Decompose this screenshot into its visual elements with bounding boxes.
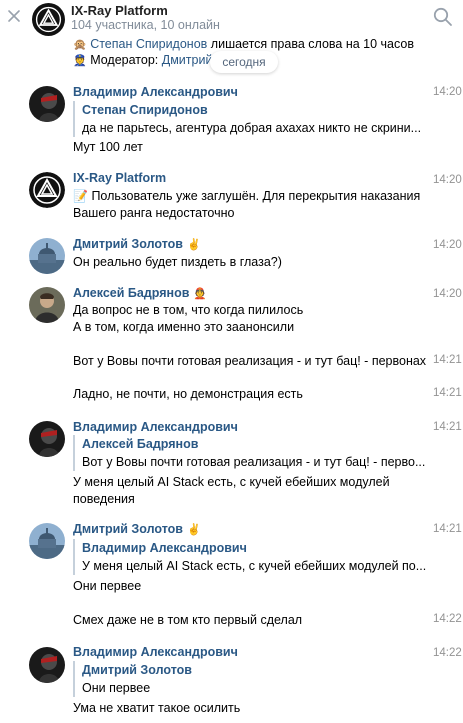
message-author[interactable]: Владимир Александрович xyxy=(73,420,238,434)
chat-header: IX-Ray Platform 104 участника, 10 онлайн xyxy=(0,0,463,38)
avatar[interactable] xyxy=(29,172,65,208)
badge-icon: 👲 xyxy=(193,288,208,300)
badge-icon: ✌️ xyxy=(186,524,201,536)
message-time: 14:21 xyxy=(433,421,462,433)
reply-quote[interactable]: Степан Спиридонов да не парьтесь, агенту… xyxy=(73,101,421,137)
message-author[interactable]: Дмитрий Золотов ✌️ xyxy=(73,237,201,251)
message-text: Ума не хватит такое осилить xyxy=(73,701,241,715)
message-text: Смех даже не в том кто первый сделал xyxy=(73,613,303,627)
message-text: Вот у Вовы почти готовая реализация - и … xyxy=(73,354,427,368)
message-author[interactable]: Владимир Александрович xyxy=(73,645,238,659)
message-time: 14:20 xyxy=(433,174,462,186)
message-text: поведения xyxy=(73,492,135,506)
message-text: Он реально будет пиздеть в глаза?) xyxy=(73,255,282,269)
message-time: 14:20 xyxy=(433,288,462,300)
memo-icon: 📝 xyxy=(73,189,88,203)
message-time: 14:21 xyxy=(433,387,462,399)
message-text: Да вопрос не в том, что когда пилилось xyxy=(73,303,304,317)
quote-author: Степан Спиридонов xyxy=(82,103,208,117)
avatar[interactable] xyxy=(29,421,65,457)
avatar[interactable] xyxy=(29,647,65,683)
message-text: Мут 100 лет xyxy=(73,140,143,154)
message-text: Ладно, не почти, но демонстрация есть xyxy=(73,387,303,401)
quote-author: Алексей Бадрянов xyxy=(82,437,199,451)
message-time: 14:21 xyxy=(433,354,462,366)
message-text: Вашего ранга недостаточно xyxy=(73,206,235,220)
message-author[interactable]: Владимир Александрович xyxy=(73,85,238,99)
reply-quote[interactable]: Алексей Бадрянов Вот у Вовы почти готова… xyxy=(73,435,425,471)
quote-author: Владимир Александрович xyxy=(82,541,247,555)
system-message: 👮 Модератор: Дмитрий xyxy=(73,53,213,67)
avatar[interactable] xyxy=(29,523,65,559)
message-text: А в том, когда именно это заанонсили xyxy=(73,320,295,334)
quote-text: Они первее xyxy=(82,681,151,695)
message-author[interactable]: Дмитрий Золотов ✌️ xyxy=(73,522,201,536)
message-time: 14:20 xyxy=(433,86,462,98)
reply-quote[interactable]: Дмитрий Золотов Они первее xyxy=(73,661,192,697)
quote-text: да не парьтесь, агентура добрая ахахах н… xyxy=(82,121,422,135)
message-text: У меня целый AI Stack есть, с кучей ебей… xyxy=(73,475,390,489)
chat-avatar[interactable] xyxy=(32,3,65,36)
mute-icon: 🙊 xyxy=(73,39,87,51)
system-message: 🙊 Степан Спиридонов лишается права слова… xyxy=(73,37,414,51)
message-text: 📝 Пользователь уже заглушён. Для перекры… xyxy=(73,189,421,203)
quote-text: У меня целый AI Stack есть, с кучей ебей… xyxy=(82,559,427,573)
system-user-link[interactable]: Степан Спиридонов xyxy=(90,37,207,51)
quote-text: Вот у Вовы почти готовая реализация - и … xyxy=(82,455,426,469)
message-time: 14:21 xyxy=(433,523,462,535)
message-time: 14:22 xyxy=(433,613,462,625)
message-time: 14:20 xyxy=(433,239,462,251)
close-icon[interactable] xyxy=(6,8,22,24)
message-author[interactable]: IX-Ray Platform xyxy=(73,171,166,185)
message-text: Они первее xyxy=(73,579,142,593)
message-time: 14:22 xyxy=(433,647,462,659)
reply-quote[interactable]: Владимир Александрович У меня целый AI S… xyxy=(73,539,426,575)
chat-title[interactable]: IX-Ray Platform xyxy=(71,3,168,18)
search-icon[interactable] xyxy=(433,7,453,27)
avatar[interactable] xyxy=(29,287,65,323)
system-user-link[interactable]: Дмитрий xyxy=(162,53,213,67)
avatar[interactable] xyxy=(29,86,65,122)
badge-icon: ✌️ xyxy=(186,239,201,251)
avatar[interactable] xyxy=(29,238,65,274)
chat-members-count[interactable]: 104 участника, 10 онлайн xyxy=(71,18,220,32)
quote-author: Дмитрий Золотов xyxy=(82,663,192,677)
moderator-icon: 👮 xyxy=(73,55,87,67)
date-divider: сегодня xyxy=(210,51,278,73)
message-author[interactable]: Алексей Бадрянов 👲 xyxy=(73,286,207,300)
